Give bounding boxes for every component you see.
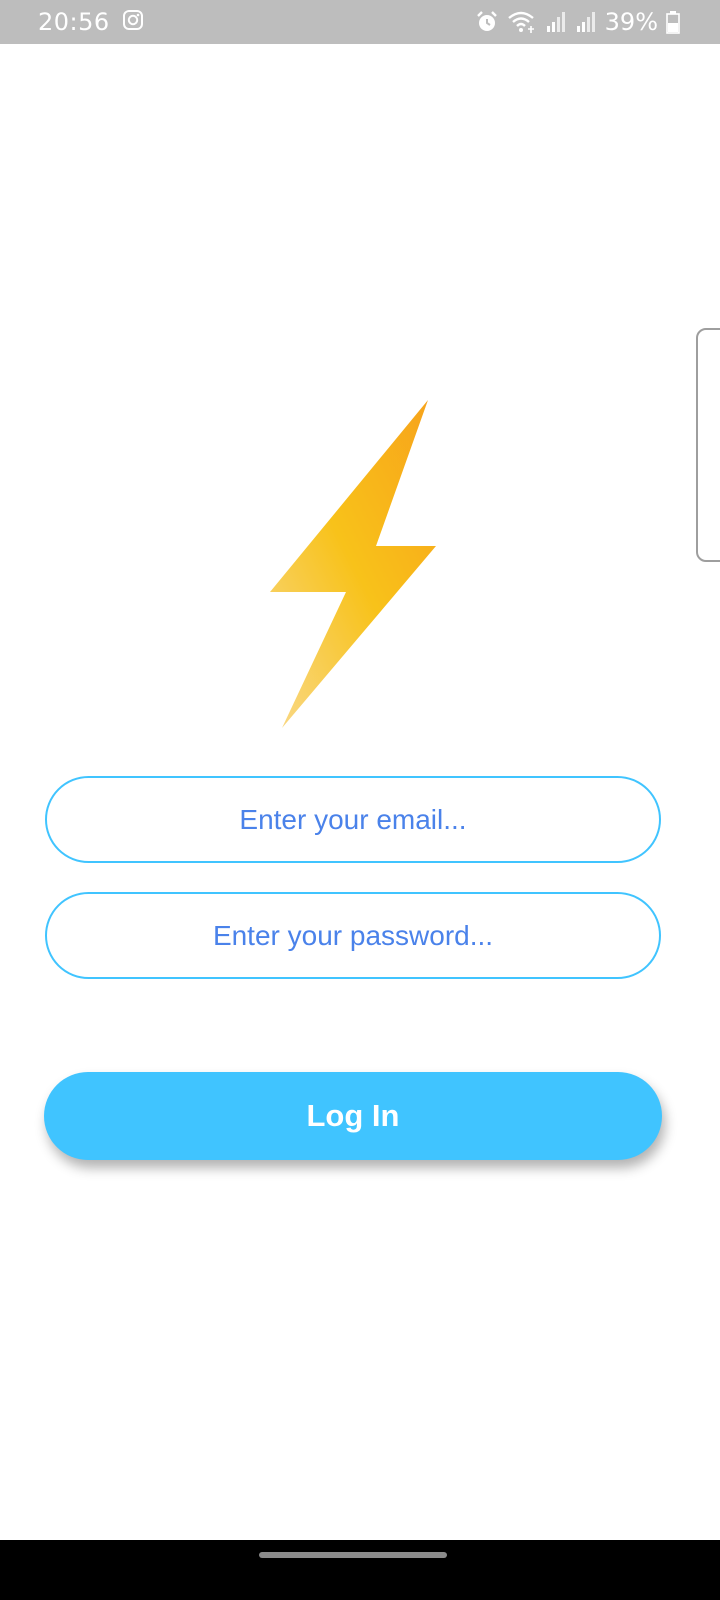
battery-percent: 39% <box>604 8 658 36</box>
battery-icon <box>666 10 680 34</box>
signal-icon <box>575 11 597 33</box>
status-bar: 20:56 39% <box>0 0 720 44</box>
email-field[interactable] <box>47 778 659 861</box>
home-gesture-handle[interactable] <box>259 1552 447 1558</box>
login-screen: 20:56 39% Enter your email... Log In <box>0 0 720 1600</box>
navigation-bar <box>0 1540 720 1600</box>
login-button[interactable]: Log In <box>44 1072 662 1160</box>
email-field-container <box>45 776 661 863</box>
signal-icon <box>545 11 567 33</box>
wifi-icon <box>507 10 537 34</box>
password-field[interactable] <box>47 894 659 977</box>
lightning-bolt-icon <box>270 400 436 728</box>
alarm-icon <box>475 10 499 34</box>
status-time: 20:56 <box>38 8 110 36</box>
status-right: 39% <box>475 8 680 36</box>
edge-panel-handle[interactable] <box>696 328 720 562</box>
status-left: 20:56 <box>38 8 475 36</box>
instagram-icon <box>122 9 144 35</box>
password-field-container <box>45 892 661 979</box>
